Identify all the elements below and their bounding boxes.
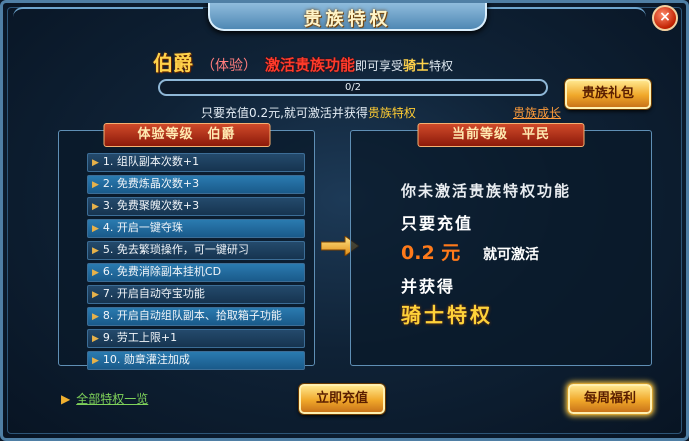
privilege-list: ▶ 1. 组队副本次数+1 ▶ 2. 免费炼晶次数+3 ▶ 3. 免费聚魄次数+3 ▶ 4. … — [87, 153, 305, 373]
privilege-item-label: 3. 免费聚魄次数+3 — [102, 199, 200, 212]
bullet-arrow-icon: ▶ — [92, 246, 99, 256]
window-title-plate: 贵族特权 — [208, 3, 487, 31]
privilege-item-label: 5. 免去繁琐操作，可一键研习 — [102, 243, 249, 256]
privilege-item-label: 2. 免费炼晶次数+3 — [102, 177, 200, 190]
knight-privilege-reward: 骑士特权 — [401, 303, 493, 327]
rank-progress-bar: 0/2 — [158, 79, 548, 96]
privilege-item: ▶ 3. 免费聚魄次数+3 — [87, 197, 305, 216]
privilege-text: 特权 — [429, 59, 454, 73]
enjoy-text: 即可享受 — [355, 59, 404, 73]
trial-tag: （体验） — [201, 58, 257, 74]
progress-label: 0/2 — [344, 82, 362, 93]
all-privileges-label: 全部特权一览 — [76, 392, 149, 406]
rank-headline: 伯爵 （体验） 激活贵族功能即可享受骑士特权 — [153, 47, 454, 75]
close-icon: × — [659, 9, 671, 25]
bullet-arrow-icon: ▶ — [92, 202, 99, 212]
privilege-item-label: 7. 开启自动夺宝功能 — [102, 287, 205, 300]
recharge-now-button[interactable]: 立即充值 — [299, 384, 385, 414]
privilege-item: ▶ 5. 免去繁琐操作，可一键研习 — [87, 241, 305, 260]
recharge-amount: 0.2 元 — [401, 242, 461, 264]
privilege-item-label: 8. 开启自动组队副本、拾取箱子功能 — [102, 309, 282, 322]
recharge-tip-highlight: 贵族特权 — [367, 106, 416, 120]
window-title: 贵族特权 — [303, 9, 392, 30]
privilege-item: ▶ 6. 免费消除副本挂机CD — [87, 263, 305, 282]
activate-suffix-text: 就可激活 — [483, 247, 539, 263]
bullet-arrow-icon: ▶ — [92, 224, 99, 234]
privilege-item-label: 10. 勋章灌注加成 — [102, 353, 190, 366]
privilege-item: ▶ 7. 开启自动夺宝功能 — [87, 285, 305, 304]
recharge-only-text: 只要充值 — [401, 214, 474, 233]
frame-ornament-left — [13, 7, 203, 23]
privilege-item-label: 4. 开启一键夺珠 — [102, 221, 183, 234]
current-level-header: 当前等级 平民 — [417, 123, 585, 147]
bullet-arrow-icon: ▶ — [92, 268, 99, 278]
privilege-item: ▶ 4. 开启一键夺珠 — [87, 219, 305, 238]
and-get-text: 并获得 — [401, 277, 456, 296]
privilege-window: 贵族特权 × 伯爵 （体验） 激活贵族功能即可享受骑士特权 0/2 贵族礼包 只要充… — [0, 0, 689, 441]
gift-pack-button[interactable]: 贵族礼包 — [565, 79, 651, 109]
recharge-tip-text: 只要充值0.2元,就可激活并获得 — [201, 106, 368, 120]
bullet-arrow-icon: ▶ — [92, 290, 99, 300]
trial-level-panel: 体验等级 伯爵 ▶ 1. 组队副本次数+1 ▶ 2. 免费炼晶次数+3 ▶ 3. 免费聚魄… — [58, 123, 315, 370]
noble-growth-link[interactable]: 贵族成长 — [513, 104, 561, 121]
privilege-item: ▶ 2. 免费炼晶次数+3 — [87, 175, 305, 194]
close-button[interactable]: × — [652, 5, 678, 31]
privilege-item-label: 6. 免费消除副本挂机CD — [102, 265, 222, 278]
bullet-arrow-icon: ▶ — [92, 334, 99, 344]
bullet-arrow-icon: ▶ — [92, 180, 99, 190]
recharge-tip: 只要充值0.2元,就可激活并获得贵族特权 — [201, 104, 416, 121]
bullet-arrow-icon: ▶ — [92, 312, 99, 322]
activate-text: 激活贵族功能 — [265, 56, 356, 74]
all-privileges-link[interactable]: ▶ 全部特权一览 — [61, 390, 148, 407]
knight-text: 骑士 — [403, 59, 430, 74]
privilege-item: ▶ 10. 勋章灌注加成 — [87, 351, 305, 370]
weekly-bonus-button[interactable]: 每周福利 — [568, 384, 652, 414]
bullet-arrow-icon: ▶ — [92, 158, 99, 168]
bullet-arrow-icon: ▶ — [92, 356, 99, 366]
not-activated-text: 你未激活贵族特权功能 — [401, 182, 572, 200]
triangle-right-icon: ▶ — [61, 392, 71, 406]
rank-title: 伯爵 — [153, 51, 193, 75]
privilege-item: ▶ 1. 组队副本次数+1 — [87, 153, 305, 172]
privilege-item: ▶ 8. 开启自动组队副本、拾取箱子功能 — [87, 307, 305, 326]
privilege-item-label: 1. 组队副本次数+1 — [102, 155, 200, 168]
privilege-item-label: 9. 劳工上限+1 — [102, 331, 178, 344]
trial-level-header: 体验等级 伯爵 — [103, 123, 270, 147]
privilege-item: ▶ 9. 劳工上限+1 — [87, 329, 305, 348]
